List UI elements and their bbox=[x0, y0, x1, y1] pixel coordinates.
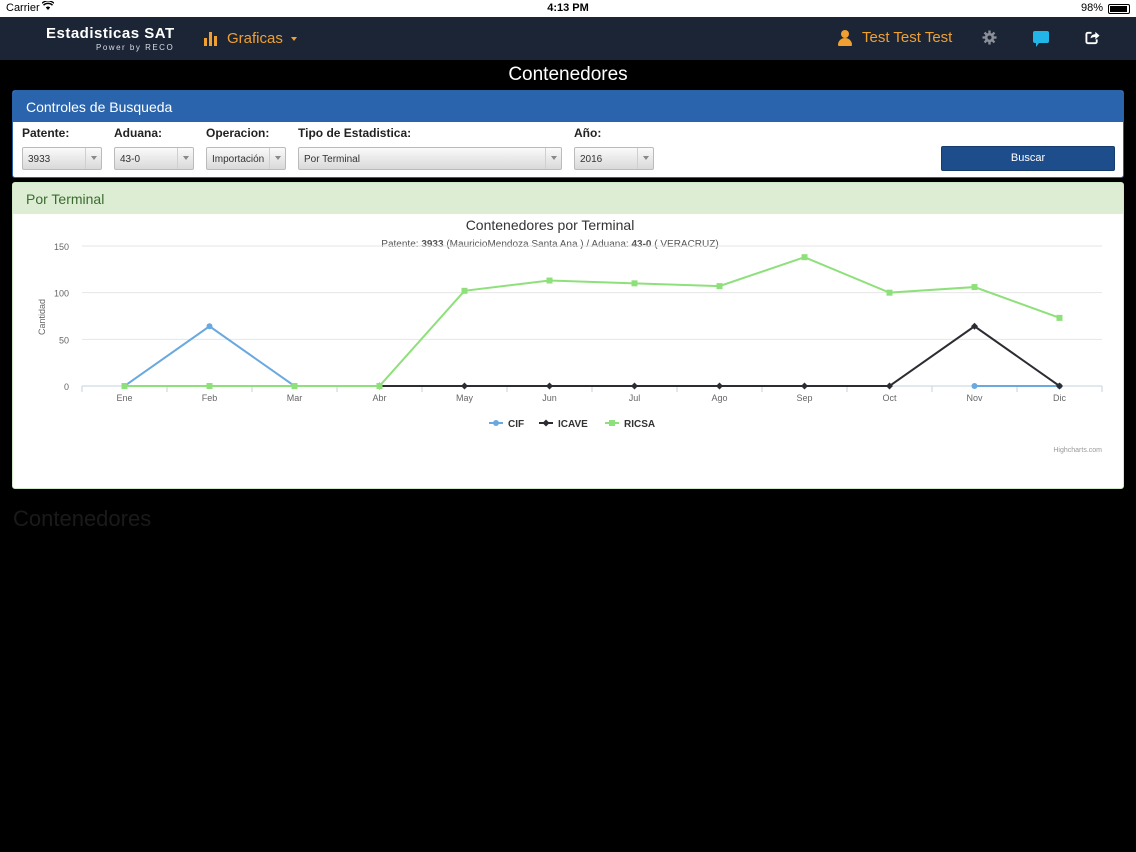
tipo-estadistica-select[interactable]: Por Terminal bbox=[298, 147, 562, 170]
chart-subtitle-part: 43-0 bbox=[631, 239, 651, 250]
y-tick-label: 100 bbox=[54, 289, 69, 299]
x-tick-label: Sep bbox=[796, 393, 812, 403]
chart-panel-title: Por Terminal bbox=[13, 183, 1123, 214]
data-point-icave bbox=[546, 382, 553, 390]
chart-subtitle-part: ( VERACRUZ) bbox=[651, 239, 718, 250]
anio-value: 2016 bbox=[580, 154, 603, 165]
y-axis-label: Cantidad bbox=[37, 299, 47, 335]
data-point-ricsa bbox=[121, 383, 128, 389]
data-point-icave bbox=[801, 382, 808, 390]
x-tick-label: Nov bbox=[966, 393, 983, 403]
graficas-menu[interactable]: Graficas bbox=[204, 30, 297, 47]
operacion-select[interactable]: Importación bbox=[206, 147, 286, 170]
x-tick-label: Oct bbox=[882, 393, 897, 403]
legend-marker bbox=[542, 419, 550, 427]
data-point-ricsa bbox=[546, 277, 553, 284]
share-icon[interactable] bbox=[1085, 30, 1100, 45]
data-point-icave bbox=[631, 382, 638, 390]
x-tick-label: Mar bbox=[287, 393, 303, 403]
data-point-ricsa bbox=[631, 280, 638, 287]
legend-marker bbox=[493, 420, 499, 426]
chevron-down-icon bbox=[637, 148, 653, 169]
x-tick-label: Ago bbox=[711, 393, 727, 403]
anio-select[interactable]: 2016 bbox=[574, 147, 654, 170]
operacion-value: Importación bbox=[212, 154, 265, 165]
anio-label: Año: bbox=[574, 126, 602, 140]
operacion-label: Operacion: bbox=[206, 126, 270, 140]
data-point-cif bbox=[206, 323, 213, 330]
bar-chart-icon bbox=[204, 31, 219, 46]
chart-subtitle-part: Patente: bbox=[381, 239, 421, 250]
battery-icon bbox=[1108, 4, 1130, 14]
data-point-ricsa bbox=[291, 383, 298, 389]
status-bar: Carrier 4:13 PM 98% bbox=[0, 0, 1136, 17]
search-panel-title: Controles de Busqueda bbox=[13, 91, 1123, 122]
chart-subtitle: Patente: 3933 (MauricioMendoza Santa Ana… bbox=[381, 239, 718, 250]
chevron-down-icon bbox=[85, 148, 101, 169]
top-navbar: Estadisticas SAT Power by RECO Graficas … bbox=[0, 17, 1136, 60]
data-point-ricsa bbox=[461, 287, 468, 294]
gear-icon[interactable] bbox=[982, 30, 997, 45]
data-point-ricsa bbox=[971, 284, 978, 291]
chart-subtitle-part: 3933 bbox=[421, 239, 444, 250]
x-tick-label: Abr bbox=[372, 393, 386, 403]
x-tick-label: Dic bbox=[1053, 393, 1066, 403]
user-name: Test Test Test bbox=[862, 29, 953, 46]
legend-item-ricsa: RICSA bbox=[624, 419, 655, 430]
data-point-icave bbox=[461, 382, 468, 390]
data-point-ricsa bbox=[1056, 314, 1063, 321]
buscar-button[interactable]: Buscar bbox=[941, 146, 1115, 171]
x-tick-label: Jul bbox=[629, 393, 641, 403]
graficas-menu-label: Graficas bbox=[227, 30, 283, 47]
data-point-cif bbox=[971, 383, 978, 389]
aduana-select[interactable]: 43-0 bbox=[114, 147, 194, 170]
user-menu[interactable]: Test Test Test bbox=[838, 29, 952, 46]
line-chart: Contenedores por Terminal Patente: 3933 (… bbox=[37, 217, 1103, 454]
data-point-ricsa bbox=[206, 383, 213, 389]
legend-marker bbox=[609, 420, 615, 426]
chat-icon[interactable] bbox=[1033, 31, 1049, 47]
patente-label: Patente: bbox=[22, 126, 70, 140]
tipo-estadistica-value: Por Terminal bbox=[304, 154, 360, 165]
series-line-ricsa bbox=[124, 256, 1060, 387]
tipo-estadistica-label: Tipo de Estadistica: bbox=[298, 126, 412, 140]
section-title: Contenedores bbox=[13, 506, 152, 531]
chevron-down-icon bbox=[545, 148, 561, 169]
patente-value: 3933 bbox=[28, 154, 51, 165]
series-line-icave bbox=[379, 325, 1061, 387]
chevron-down-icon bbox=[269, 148, 285, 169]
x-tick-label: Jun bbox=[542, 393, 557, 403]
data-point-ricsa bbox=[716, 283, 723, 290]
search-controls-panel: Controles de Busqueda Patente: 3933 Adua… bbox=[12, 90, 1124, 178]
battery-percent: 98% bbox=[1080, 2, 1103, 14]
chart-subtitle-part: (MauricioMendoza Santa Ana ) / Aduana: bbox=[444, 239, 632, 250]
por-terminal-panel: Por Terminal Contenedores por Terminal Pa… bbox=[12, 182, 1124, 489]
caret-down-icon bbox=[290, 36, 297, 41]
brand-subtitle: Power by RECO bbox=[96, 43, 175, 52]
brand-title: Estadisticas SAT bbox=[46, 25, 175, 42]
chart-credits: Highcharts.com bbox=[1053, 447, 1102, 454]
aduana-label: Aduana: bbox=[114, 126, 162, 140]
y-tick-label: 50 bbox=[59, 335, 69, 345]
y-tick-label: 150 bbox=[54, 242, 69, 252]
x-tick-label: Feb bbox=[202, 393, 218, 403]
user-icon bbox=[838, 29, 852, 46]
clock: 4:13 PM bbox=[547, 2, 589, 14]
data-point-ricsa bbox=[801, 254, 808, 261]
data-point-icave bbox=[716, 382, 723, 390]
y-tick-label: 0 bbox=[64, 382, 69, 392]
page-title: Contenedores bbox=[508, 64, 628, 85]
patente-select[interactable]: 3933 bbox=[22, 147, 102, 170]
legend-item-cif: CIF bbox=[508, 419, 524, 430]
aduana-value: 43-0 bbox=[120, 154, 141, 165]
data-point-ricsa bbox=[886, 289, 893, 296]
x-tick-label: Ene bbox=[116, 393, 132, 403]
chevron-down-icon bbox=[177, 148, 193, 169]
series-line-cif bbox=[123, 325, 380, 387]
x-tick-label: May bbox=[456, 393, 474, 403]
data-point-ricsa bbox=[376, 383, 383, 389]
legend-item-icave: ICAVE bbox=[558, 419, 588, 430]
chart-title: Contenedores por Terminal bbox=[466, 217, 635, 233]
